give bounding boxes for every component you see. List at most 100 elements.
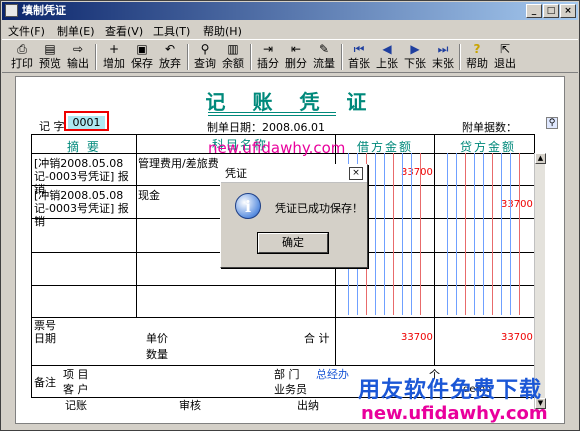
watermark-brand: 用友软件免费下载 [358,378,543,403]
menu-view[interactable]: 查看(V) [105,23,143,39]
title-bar[interactable]: 填制凭证 _ □ × [2,2,578,20]
debit-column-line [384,153,385,315]
credit-column-line [510,153,511,315]
credit-column-line [465,153,466,315]
menu-tools[interactable]: 工具(T) [153,23,190,39]
maximize-button[interactable]: □ [543,4,559,18]
undo-icon: ↶ [164,42,176,56]
close-button[interactable]: × [560,4,576,18]
prev-icon: ◀ [382,42,392,56]
add-icon: + [108,42,120,56]
help-icon: ? [473,42,481,56]
menu-file[interactable]: 文件(F) [8,23,45,39]
header-credit: 贷方金额 [460,140,517,154]
grid-line [434,135,435,365]
toolbar-preview-button[interactable]: ▤ 预览 [37,41,63,72]
save-success-dialog: 凭证 × i 凭证已成功保存！ 确定 [220,164,368,268]
row2-credit[interactable]: 33700 [501,199,533,210]
toolbar-last-button[interactable]: ⏭ 末张 [430,41,456,72]
toolbar-print-button[interactable]: ⎙ 打印 [9,41,35,72]
dialog-close-icon[interactable]: × [349,167,363,180]
grid-line [32,317,534,318]
department-label: 部 门 [274,368,300,381]
toolbar: ⎙ 打印 ▤ 预览 ⇨ 输出 + 增加 ▣ 保存 ↶ 放弃 ⚲ 查询 ▥ 余额 ⇥ 插分 ⇤ 删分 … [2,39,578,73]
info-icon: i [235,193,261,219]
toolbar-cashflow-button[interactable]: ✎ 流量 [311,41,337,72]
scroll-up-icon[interactable]: ▲ [535,153,546,164]
header-summary: 摘 要 [67,140,101,154]
next-icon: ▶ [410,42,420,56]
voucher-number-value: 0001 [68,116,105,129]
debit-column-line [402,153,403,315]
debit-column-line [393,153,394,315]
project-label: 项 目 [63,368,89,381]
printer-icon: ⎙ [17,42,27,56]
grid-line [32,365,534,366]
total-credit: 33700 [501,332,533,343]
toolbar-delete-split-button[interactable]: ⇤ 删分 [283,41,309,72]
menu-help[interactable]: 帮助(H) [203,23,242,39]
exit-icon: ⇱ [499,42,511,56]
dialog-title[interactable]: 凭证 [221,165,367,183]
insert-row-icon: ⇥ [262,42,274,56]
balance-chart-icon: ▥ [227,42,239,56]
debit-column-line [375,153,376,315]
delete-row-icon: ⇤ [290,42,302,56]
toolbar-separator [95,44,97,70]
dialog-message: 凭证已成功保存！ [275,202,363,215]
preview-icon: ▤ [44,42,56,56]
toolbar-discard-button[interactable]: ↶ 放弃 [157,41,183,72]
credit-column-line [501,153,502,315]
voucher-type-label: 记 字 [39,120,65,133]
department-value: 总经办 [316,368,349,381]
remark-label: 备注 [34,376,56,389]
main-window: 填制凭证 _ □ × 文件(F) 制单(E) 查看(V) 工具(T) 帮助(H)… [0,0,580,431]
menu-voucher[interactable]: 制单(E) [57,23,95,39]
grid-line [32,285,534,286]
debit-column-line [411,153,412,315]
toolbar-help-button[interactable]: ? 帮助 [464,41,490,72]
search-icon[interactable]: ⚲ [546,117,558,129]
cashflow-icon: ✎ [318,42,330,56]
quantity-label: 数量 [146,348,168,361]
customer-label: 客 户 [63,383,89,396]
credit-column-line [447,153,448,315]
dialog-ok-button[interactable]: 确定 [258,233,328,253]
ticket-date-label: 日期 [34,332,56,345]
minimize-button[interactable]: _ [526,4,542,18]
menu-bar: 文件(F) 制单(E) 查看(V) 工具(T) 帮助(H) [2,21,578,38]
total-debit: 33700 [401,332,433,343]
toolbar-next-button[interactable]: ▶ 下张 [402,41,428,72]
row1-debit[interactable]: 33700 [401,167,433,178]
debit-column-line [420,153,421,315]
window-title: 填制凭证 [22,4,66,17]
toolbar-first-button[interactable]: ⏮ 首张 [346,41,372,72]
ticket-number-label: 票号 [34,319,56,332]
salesman-label: 业务员 [274,383,307,396]
first-icon: ⏮ [353,42,365,56]
toolbar-insert-split-button[interactable]: ⇥ 插分 [255,41,281,72]
credit-column-line [474,153,475,315]
save-icon: ▣ [136,42,148,56]
credit-column-line [492,153,493,315]
toolbar-balance-button[interactable]: ▥ 余额 [220,41,246,72]
watermark-url: new.ufidawhy.com [208,139,346,157]
unit-price-label: 单价 [146,332,168,345]
vertical-scrollbar[interactable]: ▲ ▼ [534,153,546,409]
toolbar-exit-button[interactable]: ⇱ 退出 [492,41,518,72]
cashier-label: 出纳 [297,399,319,412]
attachment-count-label: 附单据数： [462,121,517,134]
watermark-url-bottom: new.ufidawhy.com [361,403,548,424]
app-icon [5,4,18,17]
binoculars-icon: ⚲ [200,42,210,56]
toolbar-export-button[interactable]: ⇨ 输出 [65,41,91,72]
title-underline [208,112,336,116]
toolbar-prev-button[interactable]: ◀ 上张 [374,41,400,72]
toolbar-query-button[interactable]: ⚲ 查询 [192,41,218,72]
toolbar-add-button[interactable]: + 增加 [101,41,127,72]
voucher-number-field[interactable]: 0001 [64,111,109,131]
grid-line [136,135,137,317]
toolbar-save-button[interactable]: ▣ 保存 [129,41,155,72]
date-label: 制单日期：2008.06.01 [207,121,325,134]
row2-summary[interactable]: [冲销2008.05.08 记-0003号凭证] 报销 [34,189,134,228]
